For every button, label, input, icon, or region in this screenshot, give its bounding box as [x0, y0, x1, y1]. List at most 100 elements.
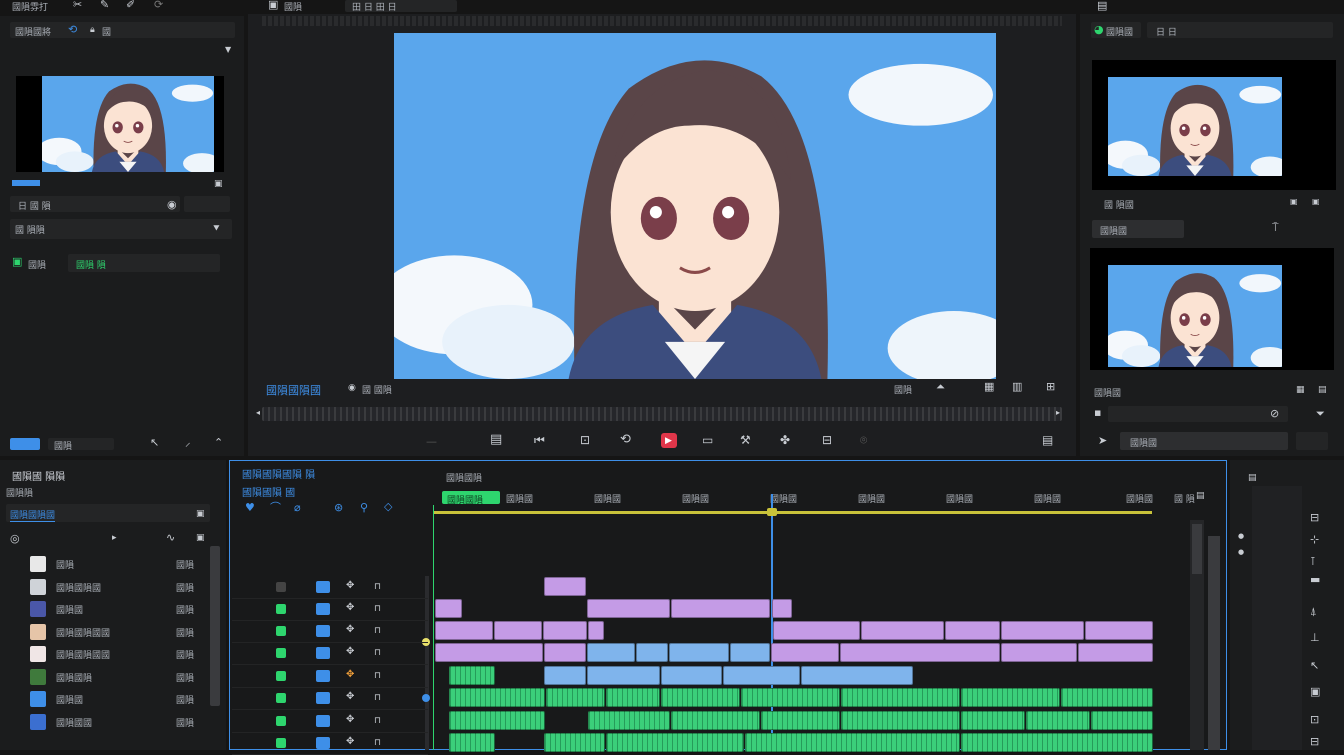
video-clip[interactable] [801, 666, 913, 685]
video-clip[interactable] [661, 666, 722, 685]
track-lock-icon[interactable]: ⊓ [374, 692, 381, 704]
tool-slip-icon[interactable]: ⊥ [1310, 632, 1320, 644]
video-clip[interactable] [1085, 621, 1153, 640]
frame-icon[interactable]: ⊡ [580, 434, 590, 446]
main-viewer-image[interactable] [394, 33, 996, 379]
track-lock-icon[interactable]: ⊓ [374, 603, 381, 615]
video-clip[interactable] [1078, 643, 1153, 662]
video-clip[interactable] [544, 666, 586, 685]
track-solo-toggle[interactable] [316, 670, 330, 682]
audio-clip[interactable] [961, 711, 1025, 730]
track-header[interactable]: ✥ ⊓ [232, 576, 428, 599]
scrubber-start-icon[interactable]: ◂ [256, 407, 260, 419]
track-header[interactable]: ✥ ⊓ [232, 642, 428, 665]
triangle-up-icon[interactable]: ⏶ [936, 381, 945, 393]
layer-row[interactable]: 國隕國隕國 國隕 [0, 576, 222, 598]
menu-left-label[interactable]: 國隕雰打 [12, 0, 48, 13]
mark-in-icon[interactable]: ▤ [490, 433, 502, 446]
video-clip[interactable] [588, 621, 604, 640]
video-clip[interactable] [544, 577, 586, 596]
track-fx-icon[interactable]: ✥ [346, 602, 354, 614]
track-header[interactable]: ✥ ⊓ [232, 732, 428, 755]
track-fx-icon[interactable]: ✥ [346, 669, 354, 681]
export-icon[interactable]: ▣ [214, 178, 223, 190]
video-clip[interactable] [544, 643, 586, 662]
right-row-icon-a[interactable]: ▣ [1290, 196, 1298, 208]
track-solo-toggle[interactable] [316, 692, 330, 704]
video-clip[interactable] [435, 621, 493, 640]
audio-clip[interactable] [588, 711, 670, 730]
track-solo-toggle[interactable] [316, 603, 330, 615]
scrubber-end-icon[interactable]: ▸ [1056, 407, 1060, 419]
track-solo-toggle[interactable] [316, 647, 330, 659]
timeline-snap-icon[interactable]: ⌒ [270, 502, 281, 514]
tool-razor-icon[interactable]: ⍋ [1310, 606, 1317, 618]
source-thumbnail[interactable] [16, 76, 224, 172]
track-lock-icon[interactable]: ⊓ [374, 647, 381, 659]
track-eye-toggle[interactable] [276, 738, 286, 748]
video-clip[interactable] [840, 643, 1000, 662]
audio-clip[interactable] [546, 688, 605, 707]
track-lock-icon[interactable]: ⊓ [374, 625, 381, 637]
safe-margin-icon[interactable]: ▭ [702, 434, 713, 446]
right-bottom-btn[interactable] [1296, 432, 1328, 450]
track-lock-icon[interactable]: ⊓ [374, 715, 381, 727]
track-eye-toggle[interactable] [276, 648, 286, 658]
layer-options-icon[interactable]: ▣ [196, 532, 205, 544]
tool-select-icon[interactable]: ⊟ [1310, 512, 1319, 524]
source-progress[interactable] [12, 180, 40, 186]
audio-clip[interactable] [606, 733, 744, 752]
audio-clip[interactable] [1026, 711, 1090, 730]
track-header[interactable]: ✥ ⊓ [232, 665, 428, 688]
right-arrow-icon[interactable]: ➤ [1098, 435, 1107, 447]
overlay-icon[interactable]: ⌾ [860, 434, 867, 446]
track-lock-icon[interactable]: ⊓ [374, 737, 381, 749]
track-eye-toggle[interactable] [276, 716, 286, 726]
fx-icon[interactable]: ✤ [780, 434, 790, 446]
right-row-icon-b[interactable]: ▣ [1312, 196, 1320, 208]
track-lock-icon[interactable]: ⊓ [374, 670, 381, 682]
left-blue-button[interactable] [10, 438, 40, 450]
arrow-left-icon[interactable]: ↖ [150, 437, 159, 449]
tool-strip-top-icon[interactable]: ▤ [1248, 472, 1257, 484]
audio-clip[interactable] [841, 711, 960, 730]
video-clip[interactable] [771, 643, 839, 662]
video-clip[interactable] [861, 621, 944, 640]
audio-clip[interactable] [449, 688, 545, 707]
timeline-diamond-icon[interactable]: ◇ [384, 501, 392, 513]
layer-row[interactable]: 國隕國國 國隕 [0, 711, 222, 733]
tool-ripple-icon[interactable]: ⊺ [1310, 556, 1316, 568]
video-clip[interactable] [671, 599, 770, 618]
tool-icon[interactable]: ⚒ [740, 434, 751, 446]
grid-icon[interactable]: ▦ [984, 381, 994, 393]
right-funnel-icon[interactable]: ⏷ [1316, 408, 1325, 420]
chevron-down-icon[interactable]: ⯆ [212, 223, 221, 235]
track-lock-icon[interactable]: ⊓ [374, 581, 381, 593]
green-toggle-icon[interactable]: ▣ [12, 256, 22, 268]
layer-row[interactable]: 國隕 國隕 [0, 553, 222, 575]
video-clip[interactable] [1001, 643, 1077, 662]
arrow-up-icon[interactable]: ⸝ [185, 437, 191, 449]
track-solo-toggle[interactable] [316, 581, 330, 593]
video-clip[interactable] [730, 643, 770, 662]
timeline-magnet-icon[interactable]: ⊛ [334, 502, 343, 514]
settings-icon[interactable]: ▤ [1042, 434, 1053, 446]
video-clip[interactable] [773, 621, 860, 640]
audio-clip[interactable] [961, 733, 1153, 752]
right-bottom-field[interactable] [1108, 406, 1288, 422]
video-clip[interactable] [494, 621, 542, 640]
audio-clip[interactable] [449, 733, 495, 752]
layer-eye-icon[interactable]: ◎ [10, 533, 20, 545]
track-solo-toggle[interactable] [316, 737, 330, 749]
layer-wave-icon[interactable]: ∿ [166, 532, 175, 544]
tool-type-icon[interactable]: ⊟ [1310, 736, 1319, 748]
work-area-bar[interactable] [434, 511, 1152, 514]
video-clip[interactable] [543, 621, 587, 640]
video-clip[interactable] [945, 621, 1000, 640]
refresh-icon[interactable]: ⟲ [68, 24, 77, 36]
audio-clip[interactable] [745, 733, 960, 752]
layer-search-icon[interactable]: ▣ [196, 508, 205, 520]
export-frame-icon[interactable]: ⊟ [822, 434, 832, 446]
dropdown-icon[interactable]: ▼ [225, 44, 231, 56]
track-fx-icon[interactable]: ✥ [346, 736, 354, 748]
